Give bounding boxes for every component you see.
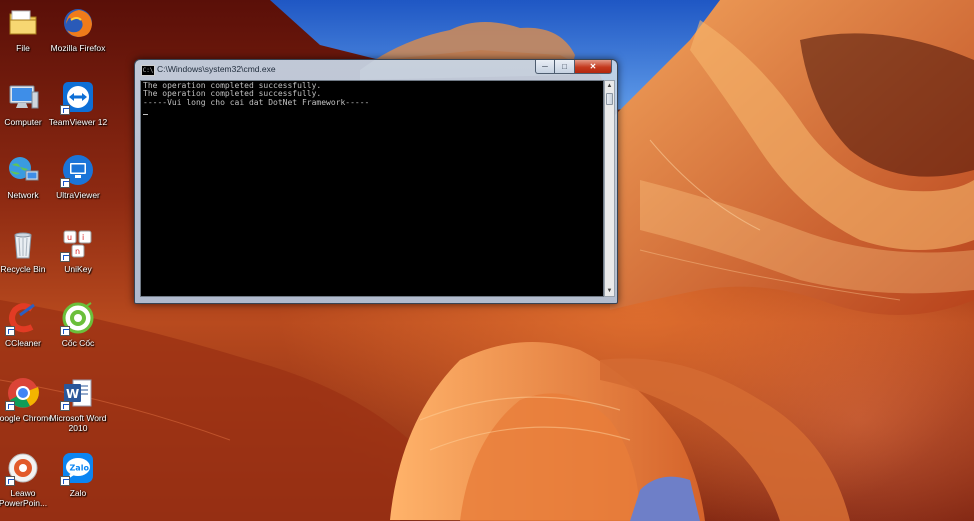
teamviewer-icon [60, 80, 95, 115]
shortcut-arrow-icon [60, 326, 70, 336]
console-output[interactable]: The operation completed successfully. Th… [140, 80, 604, 297]
desktop-icon-label: UltraViewer [56, 190, 100, 200]
desktop-icon-label: TeamViewer 12 [48, 117, 108, 127]
svg-text:n: n [75, 247, 80, 256]
desktop-icon-label: Recycle Bin [0, 264, 46, 274]
desktop-icon-label: Microsoft Word 2010 [49, 413, 107, 433]
shortcut-arrow-icon [5, 476, 15, 486]
console-text: The operation completed successfully. Th… [143, 81, 370, 107]
desktop-icon-teamviewer[interactable]: TeamViewer 12 [47, 80, 109, 127]
desktop-icon-label: Google Chrome [0, 413, 53, 423]
desktop-icon-firefox[interactable]: Mozilla Firefox [47, 6, 109, 53]
svg-text:W: W [66, 387, 79, 401]
scroll-thumb[interactable] [606, 93, 613, 105]
desktop-icon-ultraviewer[interactable]: UltraViewer [47, 153, 109, 200]
scroll-down-arrow-icon[interactable]: ▼ [605, 286, 614, 296]
svg-text:u: u [67, 233, 72, 242]
desktop-icon-chrome[interactable]: Google Chrome [0, 376, 54, 423]
coccoc-icon [60, 301, 95, 336]
zalo-icon: Zalo [60, 451, 95, 486]
minimize-button[interactable]: ─ [535, 60, 555, 74]
shortcut-arrow-icon [60, 178, 70, 188]
cmd-window[interactable]: C:\ C:\Windows\system32\cmd.exe ─ □ ✕ Th… [134, 59, 618, 304]
recycle-bin-icon [6, 227, 40, 261]
ultraviewer-icon [60, 153, 95, 188]
shortcut-arrow-icon [5, 401, 15, 411]
leawo-icon [5, 451, 40, 486]
desktop-icon-ccleaner[interactable]: CCleaner [0, 301, 54, 348]
desktop-icon-zalo[interactable]: Zalo Zalo [47, 451, 109, 498]
cmd-title-bar[interactable]: C:\ C:\Windows\system32\cmd.exe ─ □ ✕ [135, 60, 617, 78]
vertical-scrollbar[interactable]: ▲ ▼ [604, 80, 615, 297]
desktop-icon-label: Mozilla Firefox [50, 43, 106, 53]
desktop-icon-computer[interactable]: Computer [0, 80, 54, 127]
scroll-up-arrow-icon[interactable]: ▲ [605, 81, 614, 91]
firefox-icon [61, 6, 95, 40]
chrome-icon [5, 376, 40, 411]
shortcut-arrow-icon [60, 105, 70, 115]
desktop-icon-label: Zalo [69, 488, 87, 498]
svg-text:i: i [82, 233, 84, 242]
unikey-icon: u in [60, 227, 95, 262]
desktop-icon-label: UniKey [64, 264, 92, 274]
window-controls: ─ □ ✕ [535, 60, 612, 74]
cmd-app-icon: C:\ [141, 65, 155, 76]
desktop-icon-unikey[interactable]: u in UniKey [47, 227, 109, 274]
ccleaner-icon [5, 301, 40, 336]
desktop-icon-label: Cốc Cốc [61, 338, 95, 348]
cmd-window-title: C:\Windows\system32\cmd.exe [157, 64, 276, 74]
folder-icon [6, 6, 40, 40]
shortcut-arrow-icon [5, 326, 15, 336]
desktop-icon-label: File [16, 43, 30, 53]
desktop-icon-label: Network [7, 190, 39, 200]
computer-icon [6, 80, 40, 114]
close-button[interactable]: ✕ [575, 60, 612, 74]
desktop-icon-coccoc[interactable]: Cốc Cốc [47, 301, 109, 348]
shortcut-arrow-icon [60, 401, 70, 411]
desktop-icon-leawo[interactable]: Leawo PowerPoin... [0, 451, 54, 508]
desktop-icon-label: Computer [4, 117, 42, 127]
desktop-icon-recycle-bin[interactable]: Recycle Bin [0, 227, 54, 274]
shortcut-arrow-icon [60, 252, 70, 262]
desktop-icon-label: CCleaner [5, 338, 41, 348]
desktop-icon-network[interactable]: Network [0, 153, 54, 200]
desktop-icon-word[interactable]: W Microsoft Word 2010 [47, 376, 109, 433]
shortcut-arrow-icon [60, 476, 70, 486]
text-cursor [143, 114, 148, 115]
svg-text:Zalo: Zalo [70, 464, 90, 473]
desktop-icon-file[interactable]: File [0, 6, 54, 53]
maximize-button[interactable]: □ [555, 60, 575, 74]
word-icon: W [60, 376, 95, 411]
desktop-icon-label: Leawo PowerPoin... [0, 488, 48, 508]
network-icon [6, 153, 40, 187]
